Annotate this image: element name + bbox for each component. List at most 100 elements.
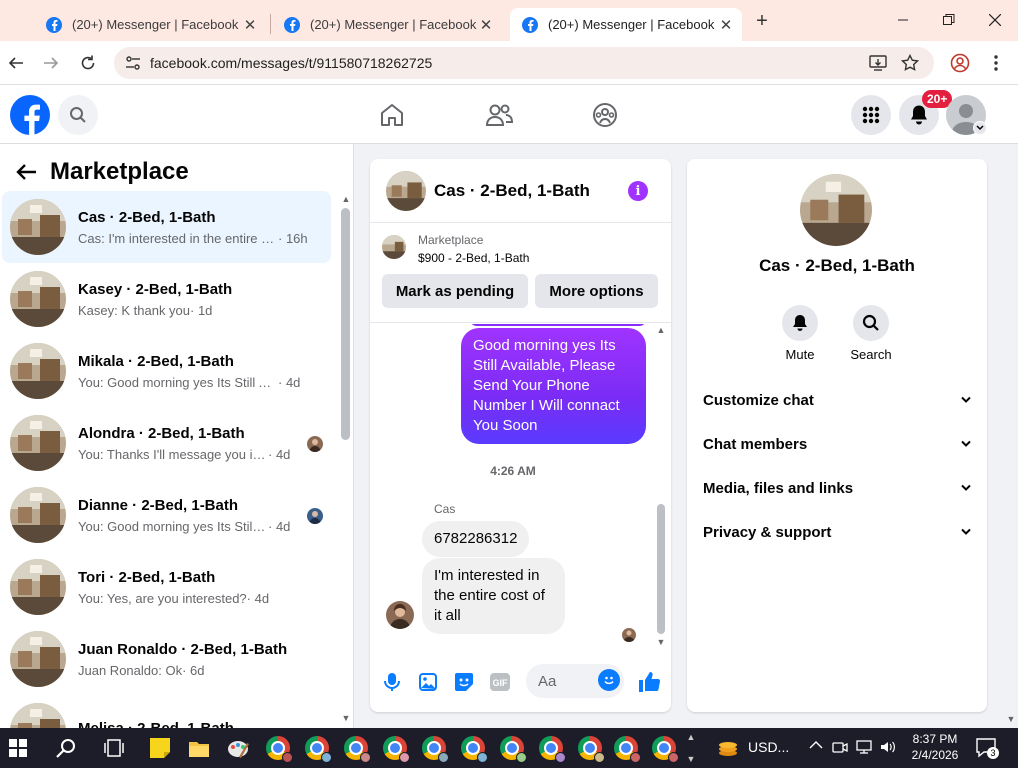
network-icon[interactable] <box>856 740 872 754</box>
info-icon[interactable]: i <box>628 181 648 201</box>
chevron-down-icon <box>961 484 971 491</box>
photo-icon[interactable] <box>416 670 440 694</box>
mute-button[interactable]: Mute <box>770 305 830 362</box>
tray-expand-icon[interactable] <box>809 740 823 750</box>
chrome-icon[interactable] <box>344 736 371 763</box>
conversation-item[interactable]: Tori · 2-Bed, 1-Bath You: Yes, are you i… <box>2 551 331 623</box>
tab-close-icon[interactable]: ✕ <box>242 17 258 34</box>
currency-widget-text[interactable]: USD... <box>748 739 789 755</box>
minimize-button[interactable] <box>880 0 926 40</box>
mark-as-pending-button[interactable]: Mark as pending <box>382 274 528 308</box>
conversation-preview: Juan Ronaldo: Ok <box>78 662 183 678</box>
sticky-notes-icon[interactable] <box>148 736 172 760</box>
scroll-down-arrow-icon[interactable]: ▼ <box>341 713 351 723</box>
list-scrollbar[interactable] <box>341 208 350 440</box>
tab-close-icon[interactable]: ✕ <box>478 17 494 34</box>
conversation-item[interactable]: Dianne · 2-Bed, 1-Bath You: Good morning… <box>2 479 331 551</box>
incoming-message[interactable]: 6782286312 <box>422 521 530 557</box>
site-info-icon[interactable] <box>124 54 142 72</box>
close-window-button[interactable] <box>972 0 1018 40</box>
media-files-links-section[interactable]: Media, files and links <box>703 470 971 506</box>
conversation-item[interactable]: Mikala · 2-Bed, 1-Bath You: Good morning… <box>2 335 331 407</box>
chrome-icon[interactable] <box>461 736 488 763</box>
reload-button[interactable] <box>74 49 102 77</box>
privacy-support-section[interactable]: Privacy & support <box>703 514 971 550</box>
conversation-item[interactable]: Cas · 2-Bed, 1-Bath Cas: I'm interested … <box>2 191 331 263</box>
task-view-icon[interactable] <box>102 736 126 760</box>
like-icon[interactable] <box>637 670 661 694</box>
page-scroll-down-arrow-icon[interactable]: ▼ <box>1006 714 1016 724</box>
taskbar-clock[interactable]: 8:37 PM 2/4/2026 <box>905 731 965 763</box>
conversation-item[interactable]: Kasey · 2-Bed, 1-Bath Kasey: K thank you… <box>2 263 331 335</box>
chrome-icon[interactable] <box>422 736 449 763</box>
chrome-icon[interactable] <box>539 736 566 763</box>
browser-tab-1[interactable]: (20+) Messenger | Facebook ✕ <box>34 8 266 41</box>
back-button[interactable] <box>2 49 30 77</box>
scroll-down-arrow-icon[interactable]: ▼ <box>656 637 666 647</box>
chat-title[interactable]: Cas · 2-Bed, 1-Bath <box>434 181 590 201</box>
mute-label: Mute <box>785 347 815 362</box>
sticker-icon[interactable] <box>452 670 476 694</box>
browser-tab-2[interactable]: (20+) Messenger | Facebook ✕ <box>272 8 502 41</box>
volume-icon[interactable] <box>880 740 896 754</box>
search-icon[interactable] <box>58 95 98 135</box>
message-composer: GIF <box>370 656 671 712</box>
bookmark-star-icon[interactable] <box>896 49 924 77</box>
sender-avatar[interactable] <box>386 601 414 629</box>
conversation-preview: Cas: I'm interested in the entire co... <box>78 230 278 246</box>
chrome-icon[interactable] <box>266 736 293 763</box>
chrome-icon[interactable] <box>305 736 332 763</box>
action-center-icon[interactable]: 3 <box>976 738 999 759</box>
customize-chat-section[interactable]: Customize chat <box>703 382 971 418</box>
incoming-message[interactable]: I'm interested in the entire cost of it … <box>422 558 565 634</box>
chrome-icon[interactable] <box>578 736 605 763</box>
conversation-item[interactable]: Alondra · 2-Bed, 1-Bath You: Thanks I'll… <box>2 407 331 479</box>
taskbar-scroll-down-icon[interactable]: ▼ <box>686 754 696 764</box>
profile-account-icon[interactable] <box>946 49 974 77</box>
gif-icon[interactable]: GIF <box>488 670 512 694</box>
facebook-logo[interactable] <box>10 95 50 135</box>
omnibox[interactable]: facebook.com/messages/t/911580718262725 <box>114 47 934 79</box>
listing-thumbnail <box>10 559 66 615</box>
chrome-icon[interactable] <box>383 736 410 763</box>
listing-price-title[interactable]: $900 - 2-Bed, 1-Bath <box>418 251 529 265</box>
chat-avatar[interactable] <box>386 170 426 211</box>
taskbar-search-icon[interactable] <box>54 736 78 760</box>
install-app-icon[interactable] <box>864 49 892 77</box>
chevron-down-icon[interactable] <box>973 121 987 135</box>
scroll-up-arrow-icon[interactable]: ▲ <box>341 194 351 204</box>
windows-start-icon[interactable] <box>6 736 30 760</box>
paint-icon[interactable] <box>226 736 250 760</box>
chrome-icon[interactable] <box>652 736 679 763</box>
home-icon[interactable] <box>374 97 410 133</box>
forward-button[interactable] <box>37 49 65 77</box>
mic-icon[interactable] <box>380 670 404 694</box>
restore-button[interactable] <box>926 0 972 40</box>
friends-icon[interactable] <box>481 97 517 133</box>
conversation-item[interactable]: Melisa · 2-Bed, 1-Bath <box>2 695 331 728</box>
chrome-icon-active[interactable] <box>614 736 641 763</box>
conversation-time: · 1d <box>190 302 213 318</box>
new-tab-button[interactable]: + <box>750 9 774 33</box>
back-arrow-icon[interactable] <box>12 158 40 186</box>
file-explorer-icon[interactable] <box>187 736 211 760</box>
taskbar-scroll-up-icon[interactable]: ▲ <box>686 732 696 742</box>
chrome-icon[interactable] <box>500 736 527 763</box>
scroll-up-arrow-icon[interactable]: ▲ <box>656 325 666 335</box>
outgoing-message[interactable]: Good morning yes Its Still Available, Pl… <box>461 328 646 444</box>
search-in-conversation-button[interactable]: Search <box>841 305 901 362</box>
meet-now-icon[interactable] <box>832 740 848 754</box>
conversation-preview: Kasey: K thank you <box>78 302 191 318</box>
more-options-button[interactable]: More options <box>535 274 658 308</box>
chat-members-section[interactable]: Chat members <box>703 426 971 462</box>
chat-scrollbar[interactable] <box>657 504 665 634</box>
emoji-icon[interactable] <box>598 669 620 691</box>
menu-grid-icon[interactable] <box>851 95 891 135</box>
conversation-time: · 4d <box>246 590 270 606</box>
tab-close-icon[interactable]: ✕ <box>718 17 734 34</box>
conversation-item[interactable]: Juan Ronaldo · 2-Bed, 1-Bath Juan Ronald… <box>2 623 331 695</box>
browser-tab-3-active[interactable]: (20+) Messenger | Facebook ✕ <box>510 8 742 41</box>
currency-widget-icon[interactable] <box>716 736 740 760</box>
browser-menu-icon[interactable] <box>982 49 1010 77</box>
groups-icon[interactable] <box>587 97 623 133</box>
